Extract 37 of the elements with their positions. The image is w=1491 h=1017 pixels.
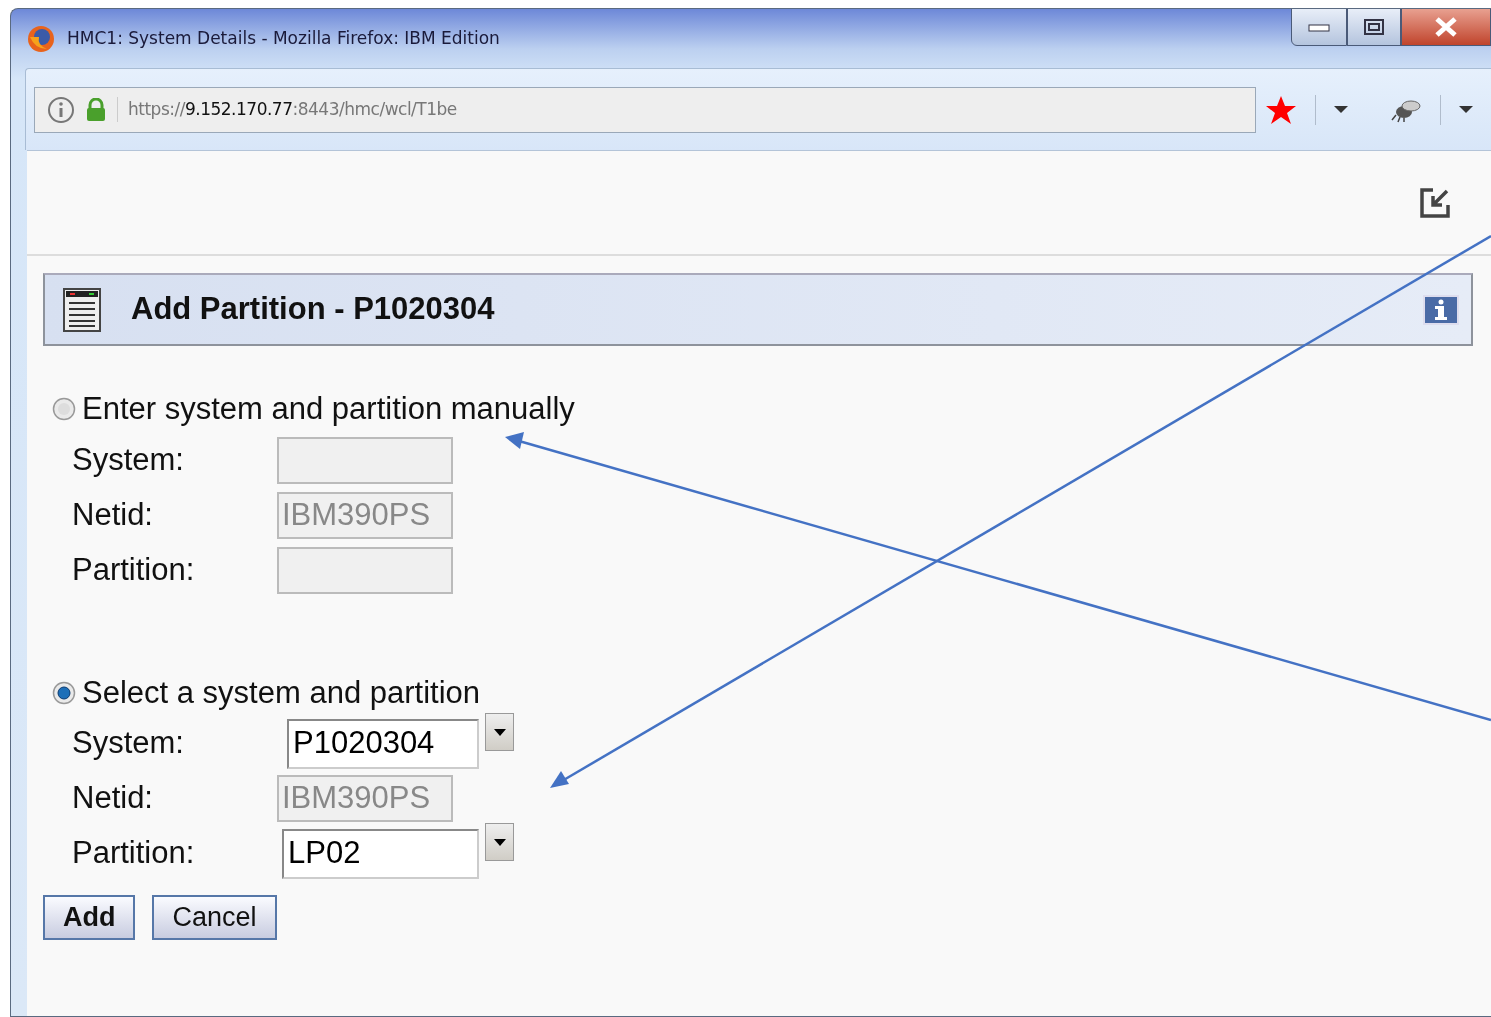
- radio-button[interactable]: [52, 680, 76, 705]
- field-label: System:: [72, 724, 185, 763]
- combo-box[interactable]: LP02: [282, 828, 479, 879]
- dropdown-button[interactable]: [485, 823, 514, 861]
- maximize-button[interactable]: [1347, 9, 1401, 46]
- dialog-title: Add Partition - P1020304: [131, 290, 496, 329]
- combo-box[interactable]: P1020304: [287, 718, 479, 769]
- dropdown-button[interactable]: [485, 713, 514, 751]
- close-icon: [1434, 17, 1458, 37]
- field-label: Partition:: [72, 550, 196, 589]
- info-icon[interactable]: [47, 95, 75, 124]
- restore-window-icon[interactable]: [1419, 186, 1451, 219]
- browser-logo-icon: [27, 24, 55, 53]
- minimize-icon: [1308, 22, 1330, 32]
- help-info-icon[interactable]: [1423, 294, 1459, 325]
- maximize-icon: [1363, 18, 1385, 36]
- url-text: https://9.152.170.77:8443/hmc/wcl/T1be: [117, 96, 457, 123]
- minimize-button[interactable]: [1291, 9, 1347, 46]
- dropdown-caret-icon[interactable]: [1459, 105, 1473, 114]
- radio-label: Select a system and partition: [82, 673, 481, 712]
- server-icon: [63, 287, 101, 332]
- dialog-button[interactable]: Add: [43, 895, 136, 940]
- dialog-button[interactable]: Cancel: [152, 895, 277, 940]
- close-button[interactable]: [1401, 9, 1491, 46]
- field-label: System:: [72, 440, 185, 479]
- field-label: Partition:: [72, 834, 196, 873]
- radio-button[interactable]: [52, 397, 76, 422]
- caret-icon: [493, 838, 506, 846]
- bookmark-star-icon[interactable]: [1265, 94, 1297, 125]
- dropdown-caret-icon[interactable]: [1334, 105, 1348, 114]
- caret-icon: [493, 728, 506, 736]
- window-title: HMC1: System Details - Mozilla Firefox: IBM Edition: [67, 26, 500, 50]
- lock-icon[interactable]: [85, 97, 107, 122]
- address-bar[interactable]: https://9.152.170.77:8443/hmc/wcl/T1be: [34, 86, 1256, 133]
- radio-label: Enter system and partition manually: [82, 390, 575, 428]
- field-label: Netid:: [72, 495, 154, 534]
- field-label: Netid:: [72, 779, 154, 818]
